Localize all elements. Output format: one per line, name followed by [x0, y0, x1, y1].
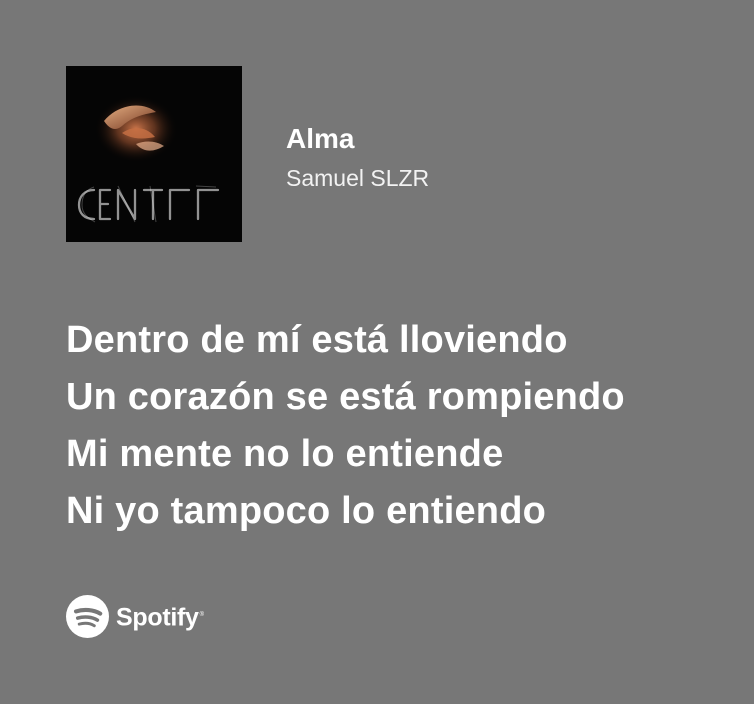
lyrics-block: Dentro de mí está lloviendo Un corazón s… — [66, 312, 625, 540]
spotify-wordmark: Spotify® — [116, 600, 204, 632]
spotify-logo-icon — [66, 595, 109, 638]
lyric-line: Un corazón se está rompiendo — [66, 369, 625, 426]
track-artist: Samuel SLZR — [286, 164, 429, 192]
spotify-branding: Spotify® — [66, 594, 204, 638]
track-title: Alma — [286, 123, 354, 155]
lyric-line: Mi mente no lo entiende — [66, 426, 625, 483]
album-cover — [66, 66, 242, 242]
spotify-name: Spotify — [116, 603, 199, 631]
lyric-line: Ni yo tampoco lo entiendo — [66, 483, 625, 540]
lyric-line: Dentro de mí está lloviendo — [66, 312, 625, 369]
lyrics-share-card: Alma Samuel SLZR Dentro de mí está llovi… — [0, 0, 754, 704]
trademark-symbol: ® — [200, 612, 204, 618]
